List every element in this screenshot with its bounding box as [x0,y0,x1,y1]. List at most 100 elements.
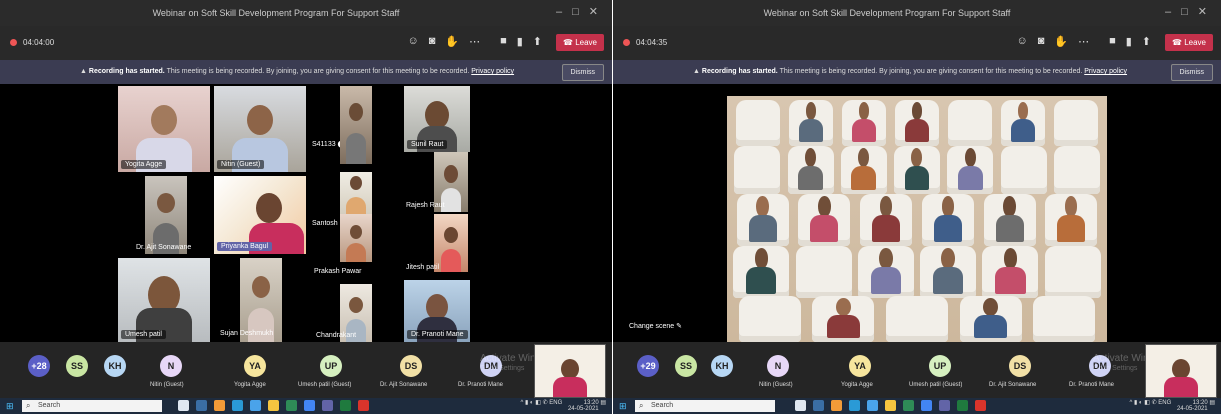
seated-participant[interactable] [850,148,878,190]
more-participants-avatar[interactable]: +28 [28,355,50,377]
avatar[interactable]: DS [400,355,422,377]
seated-participant[interactable] [825,298,862,338]
avatar[interactable]: YA [244,355,266,377]
widgets-icon[interactable] [196,400,207,411]
windows-start-icon[interactable]: ⊞ [619,401,629,411]
pdf-icon[interactable] [975,400,986,411]
excel-icon[interactable] [957,400,968,411]
chat-icon[interactable]: ◙ [429,35,436,48]
seated-participant[interactable] [1056,196,1087,242]
file-explorer-icon[interactable] [885,400,896,411]
video-tile[interactable] [434,214,468,272]
seated-participant[interactable] [904,102,930,142]
taskbar-search[interactable]: ⌕ Search [22,400,162,412]
teams-icon[interactable] [322,400,333,411]
taskbar-search[interactable]: ⌕ Search [635,400,775,412]
tray-icons[interactable]: ^ ▮ ◐ ◧ ✆ [520,400,549,406]
more-icon[interactable]: ⋯ [469,35,480,48]
raise-hand-icon[interactable]: ✋ [445,35,459,48]
camera-icon[interactable]: ■ [500,35,507,48]
task-view-icon[interactable] [178,400,189,411]
avatar[interactable]: KH [104,355,126,377]
seated-participant[interactable] [798,102,824,142]
avatar[interactable]: SS [66,355,88,377]
video-tile[interactable] [340,214,372,262]
file-explorer-icon[interactable] [268,400,279,411]
seated-participant[interactable] [994,248,1028,294]
video-tile[interactable] [145,176,187,254]
excel-icon[interactable] [340,400,351,411]
participants-icon[interactable]: ☺ [407,35,418,48]
video-tile[interactable]: Nitin (Guest) [214,86,306,172]
leave-button[interactable]: ☎ Leave [1165,34,1213,51]
seated-participant[interactable] [871,196,902,242]
avatar[interactable]: KH [711,355,733,377]
seated-participant[interactable] [869,248,903,294]
firefox-icon[interactable] [831,400,842,411]
seated-participant[interactable] [932,196,963,242]
share-icon[interactable]: ⬆ [533,35,542,48]
notification-icon[interactable]: ▤ [600,400,606,406]
avatar[interactable]: SS [675,355,697,377]
seated-participant[interactable] [851,102,877,142]
seated-participant[interactable] [994,196,1025,242]
chrome-icon[interactable] [921,400,932,411]
camera-icon[interactable]: ■ [1109,35,1116,48]
privacy-link[interactable]: Privacy policy [1084,68,1127,75]
pdf-icon[interactable] [358,400,369,411]
avatar[interactable]: UP [929,355,951,377]
video-tile[interactable]: Umesh patil [118,258,210,342]
widgets-icon[interactable] [813,400,824,411]
leave-button[interactable]: ☎ Leave [556,34,604,51]
mic-icon[interactable]: ▮ [517,35,523,48]
more-icon[interactable]: ⋯ [1078,35,1089,48]
tray-icons[interactable]: ^ ▮ ◐ ◧ ✆ [1129,400,1158,406]
chat-icon[interactable]: ◙ [1038,35,1045,48]
raise-hand-icon[interactable]: ✋ [1054,35,1068,48]
mail-icon[interactable] [250,400,261,411]
seated-participant[interactable] [972,298,1009,338]
store-icon[interactable] [903,400,914,411]
seated-participant[interactable] [903,148,931,190]
edge-icon[interactable] [232,400,243,411]
more-participants-avatar[interactable]: +29 [637,355,659,377]
edge-icon[interactable] [849,400,860,411]
window-controls[interactable]: –□✕ [556,5,608,18]
video-tile[interactable]: Dr. Pranoti Mane [404,280,470,342]
mail-icon[interactable] [867,400,878,411]
shared-screen-thumbnail[interactable] [534,344,606,398]
chrome-icon[interactable] [304,400,315,411]
participants-icon[interactable]: ☺ [1016,35,1027,48]
seated-participant[interactable] [809,196,840,242]
seated-participant[interactable] [1010,102,1036,142]
avatar[interactable]: DS [1009,355,1031,377]
seated-participant[interactable] [956,148,984,190]
seated-participant[interactable] [797,148,825,190]
video-tile[interactable]: Yogita Agge [118,86,210,172]
seated-participant[interactable] [931,248,965,294]
privacy-link[interactable]: Privacy policy [471,68,514,75]
shared-screen-thumbnail[interactable] [1145,344,1217,398]
avatar[interactable]: N [160,355,182,377]
teams-icon[interactable] [939,400,950,411]
seated-participant[interactable] [744,248,778,294]
notification-icon[interactable]: ▤ [1209,400,1215,406]
video-tile[interactable] [340,172,372,214]
change-scene-button[interactable]: Change scene ✎ [629,322,682,330]
video-tile[interactable]: Priyanka Bagul [214,176,306,254]
video-tile[interactable]: Sunil Raut [404,86,470,152]
seated-participant[interactable] [747,196,778,242]
task-view-icon[interactable] [795,400,806,411]
avatar[interactable]: YA [849,355,871,377]
avatar[interactable]: UP [320,355,342,377]
share-icon[interactable]: ⬆ [1142,35,1151,48]
windows-start-icon[interactable]: ⊞ [6,401,16,411]
store-icon[interactable] [286,400,297,411]
dismiss-button[interactable]: Dismiss [1170,64,1213,81]
video-tile[interactable] [340,86,372,164]
mic-icon[interactable]: ▮ [1126,35,1132,48]
avatar[interactable]: N [767,355,789,377]
dismiss-button[interactable]: Dismiss [561,64,604,81]
firefox-icon[interactable] [214,400,225,411]
window-controls[interactable]: –□✕ [1165,5,1217,18]
